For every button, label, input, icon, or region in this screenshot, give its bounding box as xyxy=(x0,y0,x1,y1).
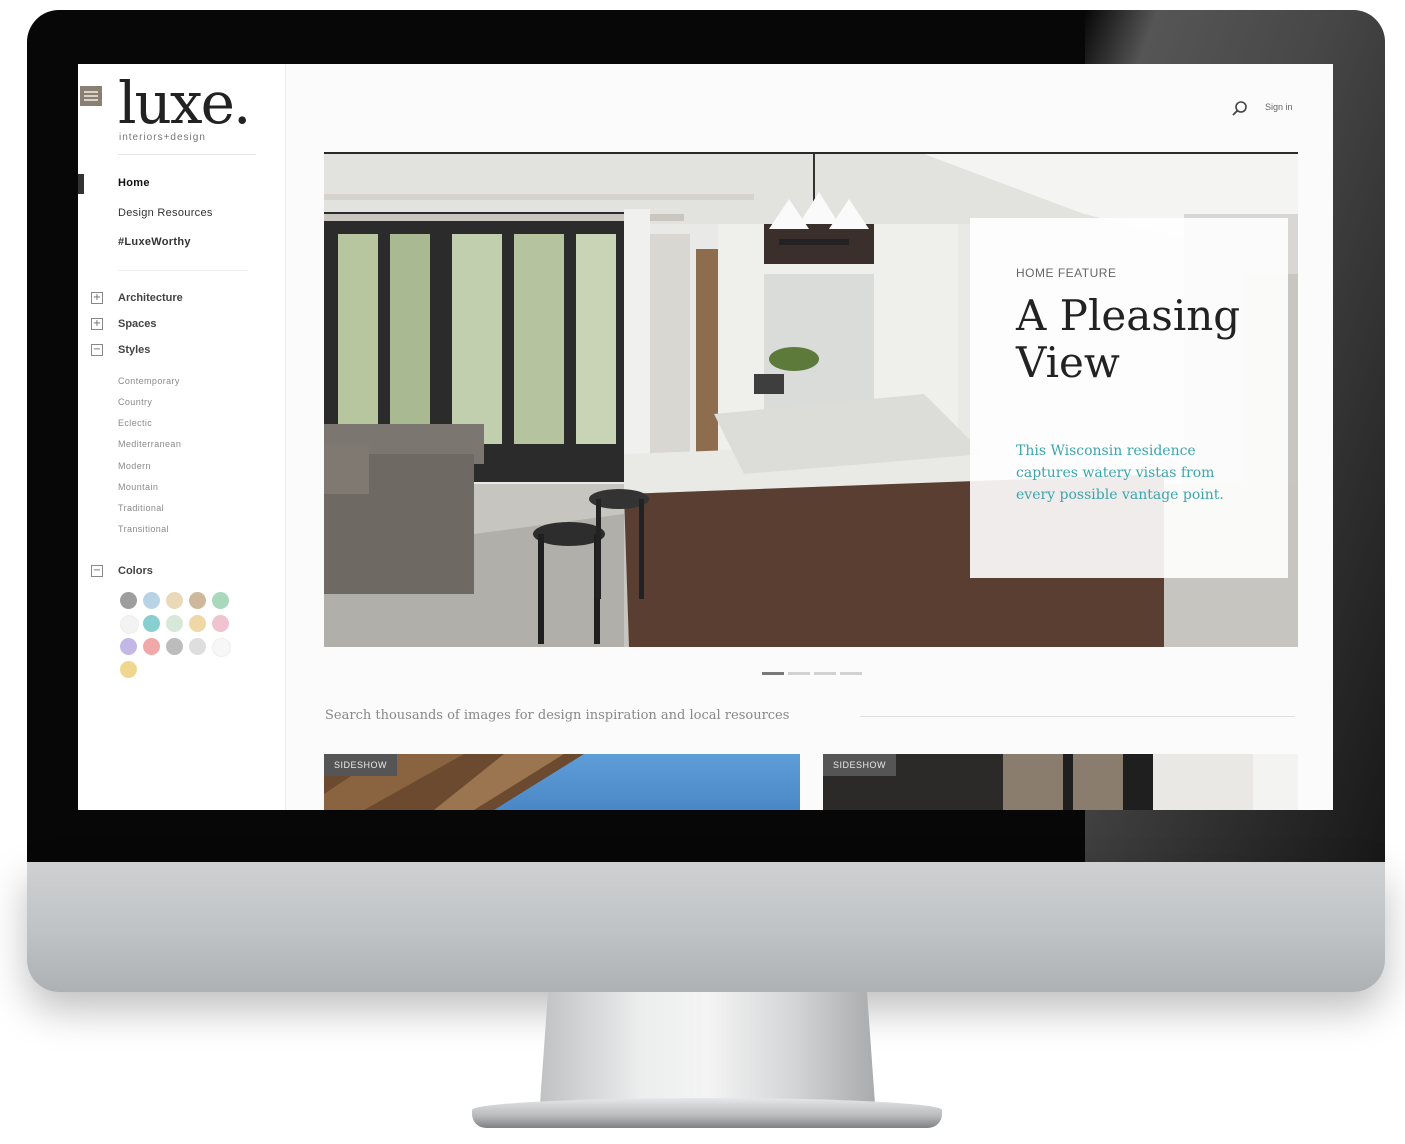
style-item-mountain[interactable]: Mountain xyxy=(118,482,158,492)
menu-icon[interactable] xyxy=(80,86,102,106)
carousel-dot[interactable] xyxy=(788,672,810,675)
style-item-country[interactable]: Country xyxy=(118,397,152,407)
card-tag: SIDESHOW xyxy=(324,754,398,776)
color-swatch[interactable] xyxy=(189,615,206,632)
active-nav-marker xyxy=(78,174,84,194)
color-swatch[interactable] xyxy=(120,615,139,634)
collapse-icon[interactable]: − xyxy=(91,344,103,356)
monitor-stand-neck xyxy=(540,992,875,1104)
card-tag: SIDESHOW xyxy=(823,754,897,776)
carousel-dot-active[interactable] xyxy=(762,672,784,675)
hero-title[interactable]: A Pleasing View xyxy=(1016,292,1276,386)
color-swatch[interactable] xyxy=(120,638,137,655)
hero-feature-card[interactable]: HOME FEATURE A Pleasing View This Wiscon… xyxy=(970,218,1288,578)
category-colors[interactable]: Colors xyxy=(118,565,153,577)
logo[interactable]: luxe. xyxy=(118,68,251,138)
style-item-mediterranean[interactable]: Mediterranean xyxy=(118,439,181,449)
color-swatch[interactable] xyxy=(212,638,231,657)
category-spaces[interactable]: Spaces xyxy=(118,318,157,330)
color-swatch[interactable] xyxy=(143,615,160,632)
nav-item-luxeworthy[interactable]: #LuxeWorthy xyxy=(118,236,191,248)
sign-in-link[interactable]: Sign in xyxy=(1265,102,1293,112)
expand-icon[interactable]: + xyxy=(91,292,103,304)
category-styles[interactable]: Styles xyxy=(118,344,150,356)
category-architecture[interactable]: Architecture xyxy=(118,292,183,304)
monitor-stand-base xyxy=(472,1098,942,1128)
sidebar: luxe. interiors+design Home Design Resou… xyxy=(78,64,286,810)
color-swatch[interactable] xyxy=(143,592,160,609)
color-swatch[interactable] xyxy=(120,661,137,678)
style-item-transitional[interactable]: Transitional xyxy=(118,524,169,534)
expand-icon[interactable]: + xyxy=(91,318,103,330)
style-item-contemporary[interactable]: Contemporary xyxy=(118,376,180,386)
nav-item-design-resources[interactable]: Design Resources xyxy=(118,207,213,219)
hero-banner[interactable]: HOME FEATURE A Pleasing View This Wiscon… xyxy=(324,152,1298,647)
main-content: Sign in HOME FEATURE A Pleasing View Thi… xyxy=(285,64,1333,810)
color-swatch[interactable] xyxy=(120,592,137,609)
style-item-modern[interactable]: Modern xyxy=(118,461,151,471)
color-swatch[interactable] xyxy=(189,638,206,655)
nav-item-home[interactable]: Home xyxy=(118,177,150,189)
divider xyxy=(860,716,1295,717)
color-swatch[interactable] xyxy=(212,592,229,609)
carousel-dot[interactable] xyxy=(840,672,862,675)
color-swatch[interactable] xyxy=(166,638,183,655)
search-icon[interactable] xyxy=(1231,100,1249,118)
color-swatch[interactable] xyxy=(166,592,183,609)
divider xyxy=(118,270,248,271)
color-swatch[interactable] xyxy=(166,615,183,632)
slideshow-card[interactable]: SIDESHOW xyxy=(823,754,1298,810)
hero-kicker: HOME FEATURE xyxy=(1016,266,1117,280)
style-item-traditional[interactable]: Traditional xyxy=(118,503,164,513)
collapse-icon[interactable]: − xyxy=(91,565,103,577)
style-item-eclectic[interactable]: Eclectic xyxy=(118,418,152,428)
logo-tagline: interiors+design xyxy=(119,132,206,143)
divider xyxy=(118,154,256,155)
monitor-chin xyxy=(27,862,1385,992)
color-swatch[interactable] xyxy=(143,638,160,655)
screen: luxe. interiors+design Home Design Resou… xyxy=(78,64,1333,810)
slideshow-card[interactable]: SIDESHOW xyxy=(324,754,800,810)
color-swatch[interactable] xyxy=(212,615,229,632)
intro-heading: Search thousands of images for design in… xyxy=(325,708,790,723)
carousel-dot[interactable] xyxy=(814,672,836,675)
color-swatch[interactable] xyxy=(189,592,206,609)
hero-description: This Wisconsin residence captures watery… xyxy=(1016,443,1224,503)
